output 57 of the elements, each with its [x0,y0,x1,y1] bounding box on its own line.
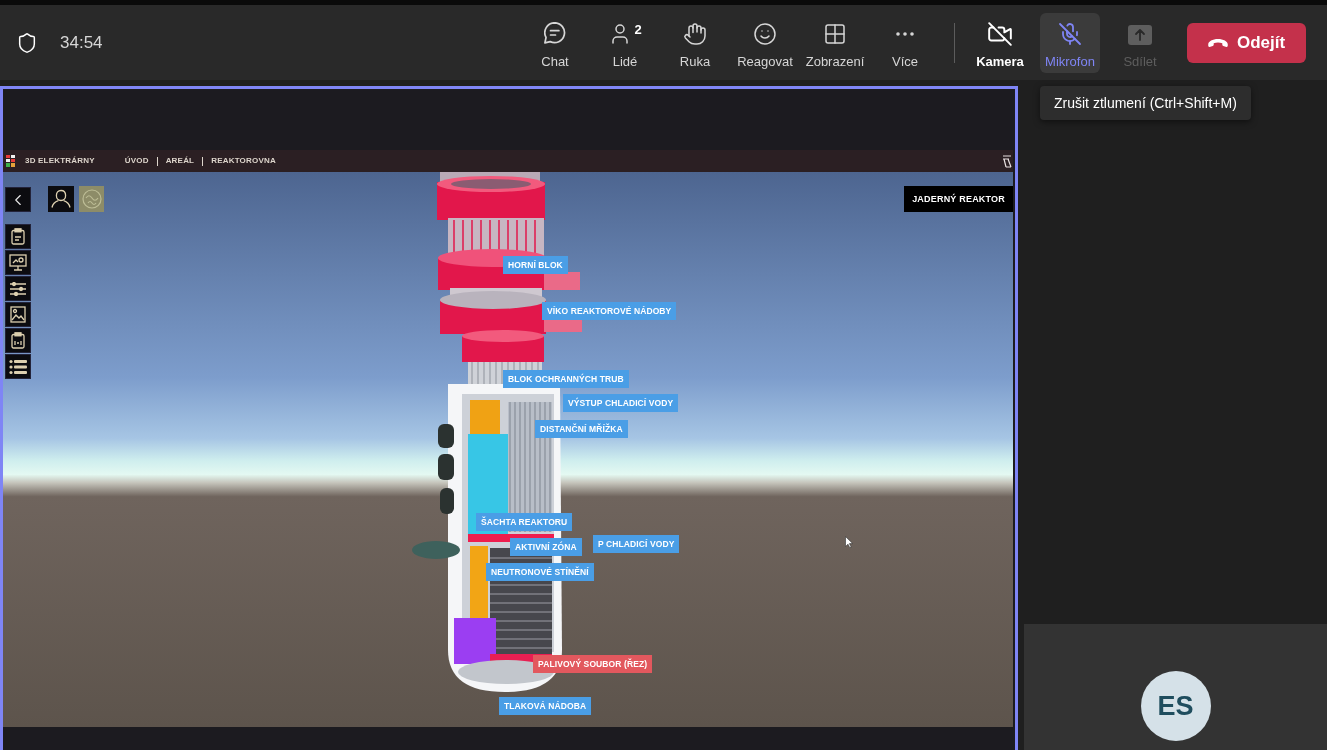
part-label[interactable]: BLOK OCHRANNÝCH TRUB [503,370,629,388]
presentation-button[interactable] [5,250,31,275]
person-outline-icon [51,189,71,209]
sliders-button[interactable] [5,276,31,301]
call-timer: 34:54 [60,31,103,54]
up-arrow-tile-icon [1128,24,1152,45]
part-label[interactable]: VÝSTUP CHLADICÍ VODY [563,394,679,412]
presentation-board-icon [9,254,27,271]
part-label[interactable]: ŠACHTA REAKTORU [476,513,573,531]
part-label[interactable]: DISTANČNÍ MŘÍŽKA [535,420,628,438]
view-title: JADERNÝ REAKTOR [904,186,1013,212]
clipboard-ratio-button[interactable] [5,328,31,353]
round-emblem-icon [81,189,102,209]
part-label[interactable]: VÍKO REAKTOROVÉ NÁDOBY [542,302,677,320]
leave-button[interactable]: Odejít [1187,22,1306,63]
more-button[interactable]: Více [870,12,940,73]
part-label[interactable]: NEUTRONOVÉ STÍNĚNÍ [486,563,594,581]
hand-icon [683,21,707,46]
list-button[interactable] [5,354,31,379]
grid-icon [823,21,847,46]
person-view-button[interactable] [48,186,74,212]
clipboard-ratio-icon [11,332,25,349]
picture-icon [10,306,26,323]
camera-button[interactable]: Kamera [970,12,1030,73]
grid-logo-icon [6,155,15,167]
clipboard-icon [11,228,25,245]
tooltip: Zrušit ztlumení (Ctrl+Shift+M) [1040,86,1251,120]
raise-hand-button[interactable]: Ruka [660,12,730,73]
part-label[interactable]: TLAKOVÁ NÁDOBA [499,697,592,715]
more-icon [896,31,914,36]
view-button[interactable]: Zobrazení [800,12,870,73]
part-label[interactable]: AKTIVNÍ ZÓNA [510,538,582,556]
app-title: 3D ELEKTRÁRNY [25,155,95,167]
clipboard-button[interactable] [5,224,31,249]
mouse-pointer-icon [845,536,853,548]
part-label[interactable]: P CHLADICÍ VODY [593,535,680,553]
shield-icon [16,31,38,54]
chat-bubble-icon [544,21,566,44]
chat-button[interactable]: Chat [520,12,590,73]
people-button[interactable]: 2 Lidé [590,12,660,73]
breadcrumb-link[interactable]: AREÁL [165,155,195,167]
breadcrumb-link[interactable]: ÚVOD [124,155,149,167]
participant-avatar: ES [1140,671,1211,741]
react-button[interactable]: Reagovat [730,12,800,73]
breadcrumb-link[interactable]: REAKTOROVNA [211,155,276,167]
part-label[interactable]: HORNÍ BLOK [503,256,568,274]
picture-button[interactable] [5,302,31,327]
participant-count: 2 [634,21,642,37]
microphone-button[interactable]: Mikrofon [1040,12,1100,73]
smiley-icon [753,21,777,46]
part-label[interactable]: PALIVOVÝ SOUBOR (ŘEZ) [533,655,653,673]
list-icon [9,358,27,375]
corner-logo-icon [1002,154,1012,168]
back-button[interactable] [5,187,31,212]
phone-icon [1207,38,1228,47]
sliders-icon [9,281,27,296]
3d-viewport[interactable] [3,172,1013,727]
